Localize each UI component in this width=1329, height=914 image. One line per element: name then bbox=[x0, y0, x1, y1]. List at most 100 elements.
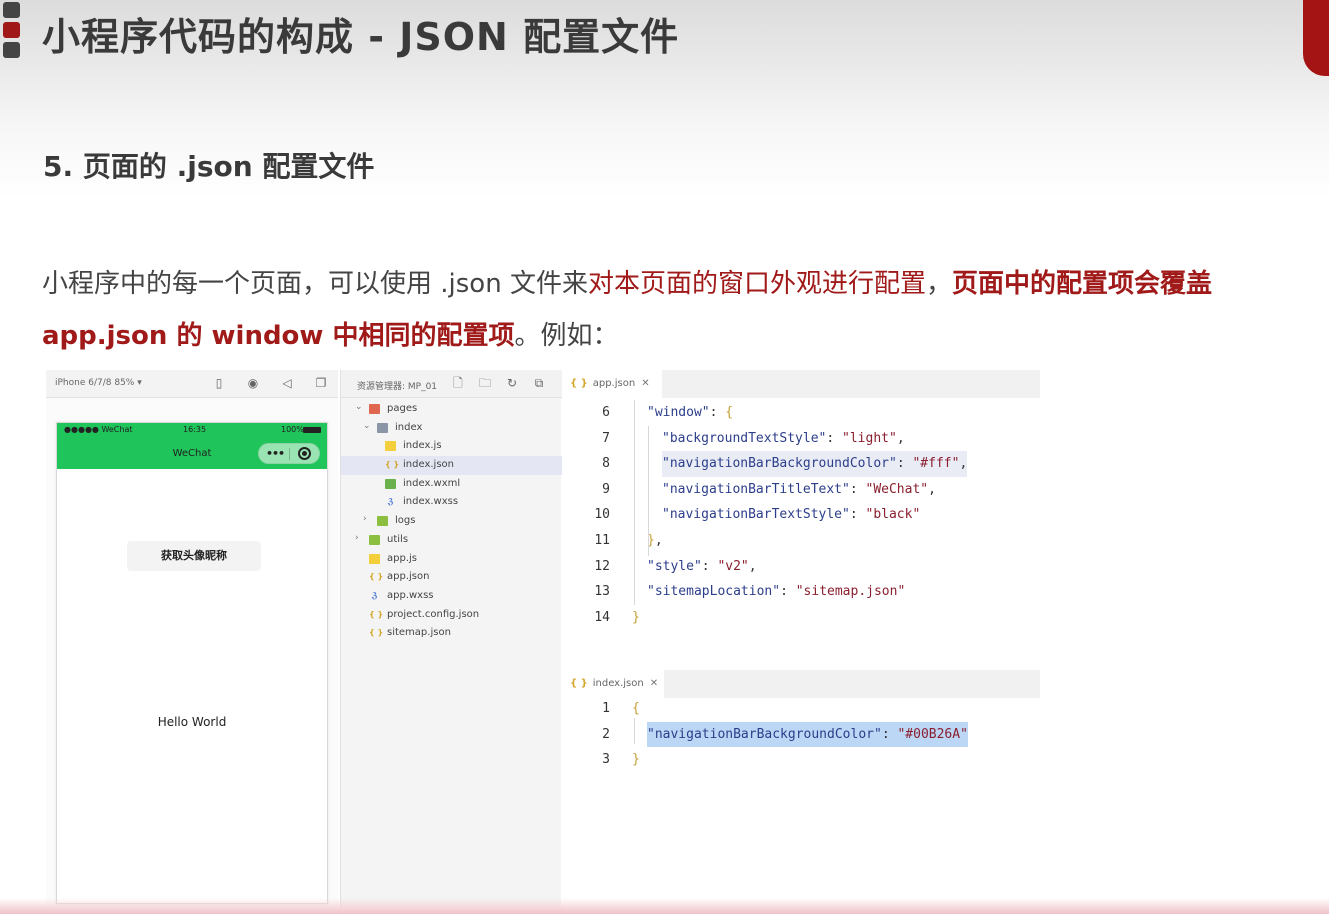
app-json-code[interactable]: 6 "window": {7 "backgroundTextStyle": "lig… bbox=[562, 400, 1040, 630]
indent-guide bbox=[648, 426, 649, 556]
code-token: "navigationBarBackgroundColor" bbox=[647, 726, 882, 742]
indent-guide bbox=[634, 718, 635, 744]
tree-item[interactable]: { } sitemap.json bbox=[341, 624, 562, 643]
tab-app-json[interactable]: { } app.json ✕ bbox=[562, 370, 662, 398]
code-token: "style" bbox=[647, 558, 702, 574]
tree-item[interactable]: ⌄ index bbox=[341, 419, 562, 438]
tree-item[interactable]: { } project.config.json bbox=[341, 606, 562, 625]
explorer-toolbar: 资源管理器: MP_01 🗋 🗀 ↻ ⧉ bbox=[341, 370, 562, 398]
tree-item[interactable]: { } app.json bbox=[341, 568, 562, 587]
close-target-icon[interactable] bbox=[298, 447, 311, 460]
code-token: "backgroundTextStyle" bbox=[662, 430, 827, 446]
tree-item[interactable]: app.js bbox=[341, 550, 562, 569]
tree-item[interactable]: ⌄ pages bbox=[341, 400, 562, 419]
code-text: } bbox=[632, 605, 640, 631]
folder-gray-icon bbox=[377, 422, 388, 433]
window-icon[interactable]: ❐ bbox=[314, 376, 328, 390]
capsule-divider bbox=[289, 448, 290, 460]
new-folder-icon[interactable]: 🗀 bbox=[478, 376, 492, 390]
line-number: 13 bbox=[594, 584, 610, 600]
more-icon[interactable]: ••• bbox=[266, 447, 285, 460]
line-number: 14 bbox=[594, 609, 610, 625]
chevron-icon[interactable]: ⌄ bbox=[355, 402, 363, 412]
tree-item-label: app.json bbox=[387, 571, 430, 583]
slide-subtitle: 5. 页面的 .json 配置文件 bbox=[43, 150, 375, 183]
deco-block-red bbox=[3, 22, 20, 38]
battery-icon bbox=[303, 427, 321, 433]
navigation-bar: ●●●●● WeChat 16:35 100% WeChat ••• bbox=[57, 423, 327, 469]
code-token: : bbox=[826, 430, 843, 446]
phone-icon[interactable]: ▯ bbox=[212, 376, 226, 390]
code-token: , bbox=[748, 558, 757, 574]
code-line: 3} bbox=[562, 747, 1040, 773]
new-file-icon[interactable]: 🗋 bbox=[451, 376, 465, 390]
deco-block bbox=[3, 2, 20, 18]
line-number: 3 bbox=[602, 752, 610, 768]
index-json-code[interactable]: 1 {2 "navigationBarBackgroundColor": "#00B… bbox=[562, 696, 1040, 773]
line-number: 12 bbox=[594, 558, 610, 574]
code-token: : bbox=[701, 558, 718, 574]
menu-capsule[interactable]: ••• bbox=[258, 443, 320, 464]
tab-index-json[interactable]: { } index.json ✕ bbox=[562, 670, 664, 698]
code-token: : bbox=[780, 584, 796, 600]
desc-part: 小程序中的每一个页面，可以使用 .json 文件来 bbox=[42, 269, 588, 299]
tab-label: index.json bbox=[592, 678, 644, 689]
file-tree: ⌄ pages ⌄ index index.js{ } index.json index.w… bbox=[341, 400, 562, 643]
js-icon bbox=[369, 553, 380, 564]
tree-item[interactable]: ℨindex.wxss bbox=[341, 493, 562, 512]
code-token: : bbox=[881, 726, 898, 742]
refresh-icon[interactable]: ↻ bbox=[505, 376, 519, 390]
code-token: : bbox=[849, 507, 866, 523]
status-carrier: ●●●●● WeChat bbox=[64, 425, 133, 434]
code-token: "navigationBarBackgroundColor" bbox=[662, 456, 897, 472]
volume-icon[interactable]: ◁ bbox=[280, 376, 294, 390]
devtools-screenshot: iPhone 6/7/8 85% ▾ ▯ ◉ ◁ ❐ ●●●●● WeChat … bbox=[46, 370, 1040, 914]
code-token: , bbox=[928, 481, 936, 497]
collapse-icon[interactable]: ⧉ bbox=[532, 376, 546, 390]
json-icon: { } bbox=[570, 678, 588, 689]
code-token: , bbox=[959, 456, 968, 472]
code-token: "navigationBarTitleText" bbox=[662, 481, 850, 497]
get-avatar-button[interactable]: 获取头像昵称 bbox=[127, 541, 261, 571]
status-battery-text: 100% bbox=[281, 425, 304, 434]
wxss-icon: ℨ bbox=[387, 497, 394, 507]
chevron-icon[interactable]: ⌄ bbox=[363, 421, 371, 431]
tree-item[interactable]: index.js bbox=[341, 437, 562, 456]
code-token: "#00B26A" bbox=[897, 726, 968, 742]
code-token: { bbox=[632, 701, 640, 716]
slide-decoration bbox=[3, 2, 21, 62]
code-token: } bbox=[632, 609, 640, 625]
tree-item[interactable]: index.wxml bbox=[341, 475, 562, 494]
tree-item-label: index.wxml bbox=[403, 477, 461, 489]
close-icon[interactable]: ✕ bbox=[641, 378, 649, 389]
device-select[interactable]: iPhone 6/7/8 85% ▾ bbox=[55, 378, 142, 388]
code-token: "#fff" bbox=[912, 456, 960, 472]
tree-item[interactable]: ℨapp.wxss bbox=[341, 587, 562, 606]
code-token: : bbox=[709, 405, 726, 420]
tree-item-label: index.wxss bbox=[403, 496, 459, 508]
chevron-icon[interactable]: › bbox=[355, 533, 359, 543]
tree-item[interactable]: { } index.json bbox=[341, 456, 562, 475]
code-line: 14} bbox=[562, 605, 1040, 631]
record-icon[interactable]: ◉ bbox=[246, 376, 260, 390]
desc-highlight: 对本页面的窗口外观进行配置 bbox=[587, 269, 926, 299]
code-token: "navigationBarTextStyle" bbox=[662, 507, 850, 523]
code-token: "light" bbox=[842, 430, 897, 446]
simulator-toolbar: iPhone 6/7/8 85% ▾ ▯ ◉ ◁ ❐ bbox=[46, 370, 338, 398]
tree-item[interactable]: › logs bbox=[341, 512, 562, 531]
code-text: "navigationBarTitleText": "WeChat", bbox=[662, 477, 936, 503]
chevron-icon[interactable]: › bbox=[363, 514, 367, 524]
hello-text: Hello World bbox=[157, 715, 227, 729]
line-number: 7 bbox=[602, 430, 610, 446]
corner-tab bbox=[1303, 0, 1329, 76]
tree-item[interactable]: › utils bbox=[341, 531, 562, 550]
code-token: , bbox=[654, 532, 663, 548]
js-icon bbox=[385, 441, 396, 452]
code-token: { bbox=[725, 405, 734, 420]
code-text: }, bbox=[647, 528, 663, 554]
tab-label: app.json bbox=[592, 378, 636, 389]
close-icon[interactable]: ✕ bbox=[650, 678, 658, 689]
line-number: 6 bbox=[602, 405, 610, 420]
code-text: "navigationBarBackgroundColor": "#00B26A… bbox=[647, 721, 968, 748]
code-token: "WeChat" bbox=[865, 481, 929, 497]
